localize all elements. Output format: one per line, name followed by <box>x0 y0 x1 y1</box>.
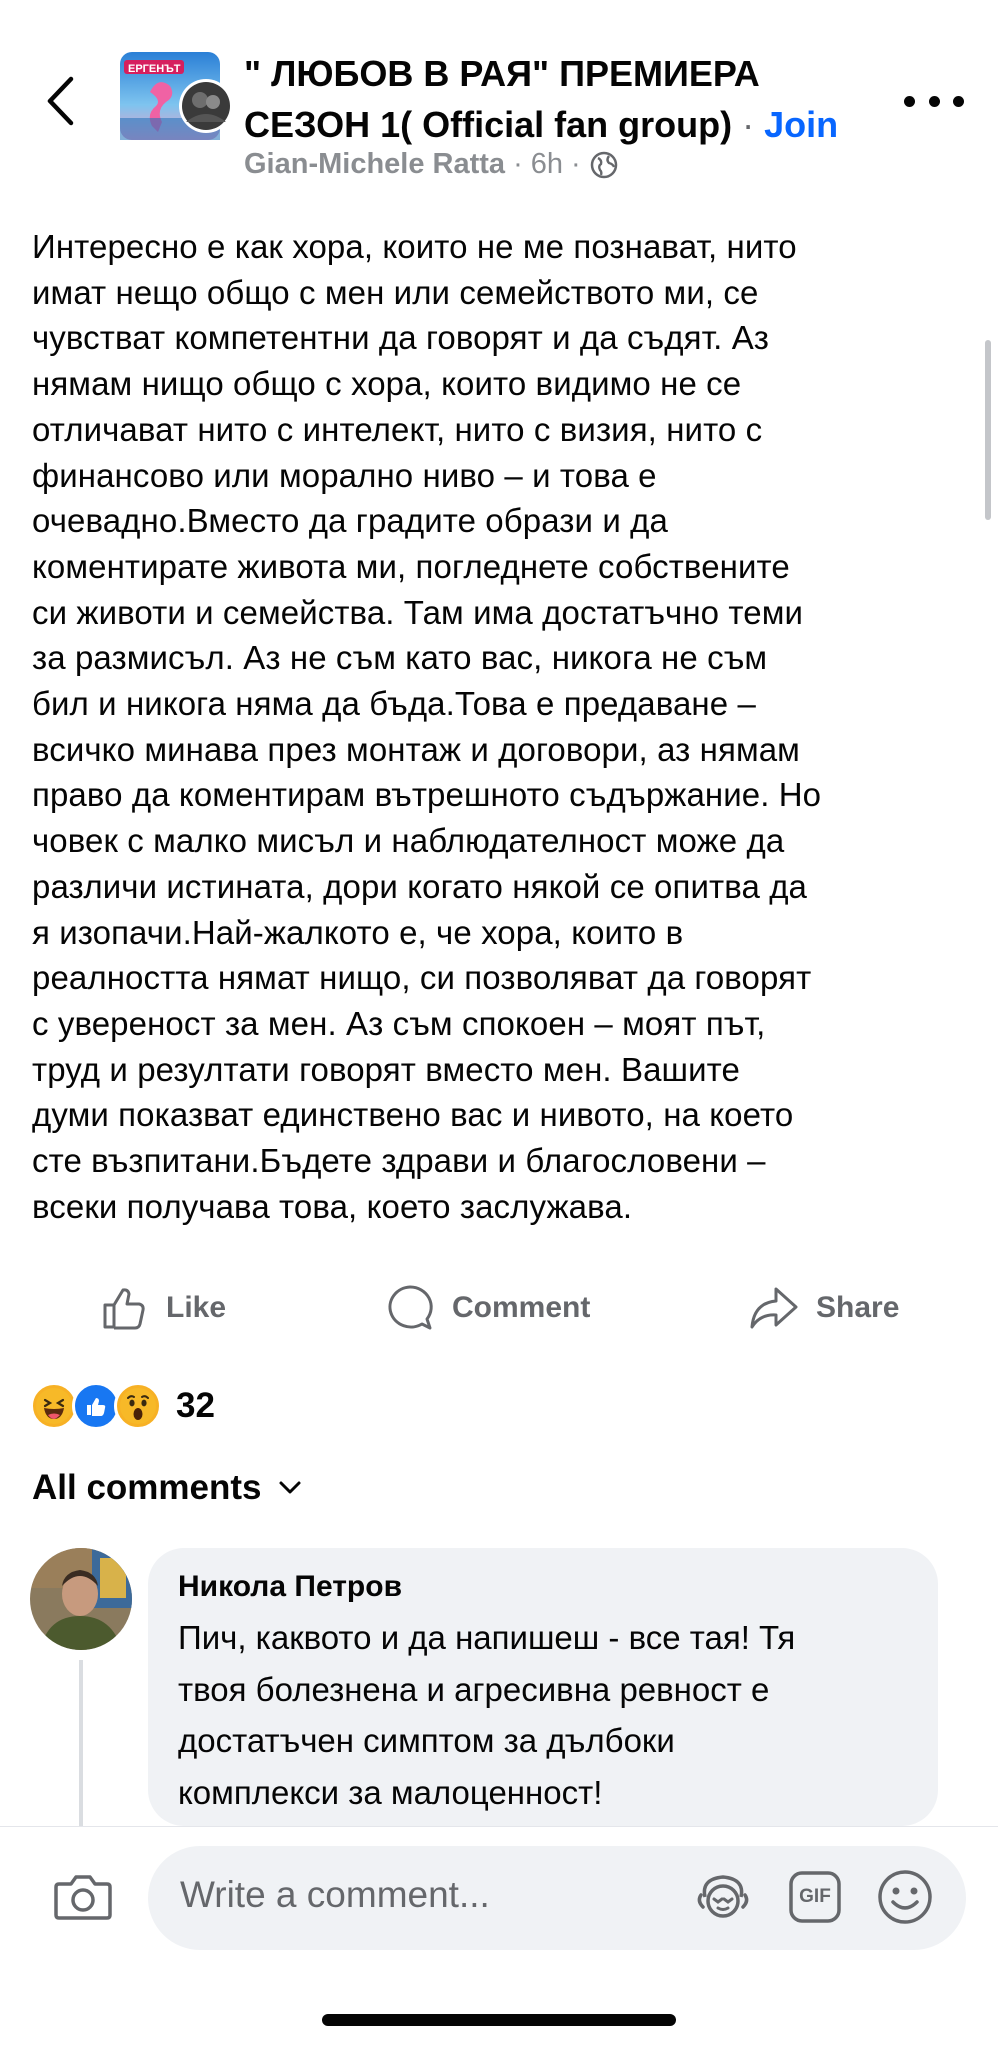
more-dot <box>928 95 940 107</box>
post-time[interactable]: 6h <box>531 148 563 181</box>
more-dot <box>904 95 915 107</box>
thread-line <box>79 1660 83 1830</box>
thumbs-up-icon <box>103 1288 145 1330</box>
gif-label: GIF <box>799 1886 831 1907</box>
post-line: право да коментирам вътрешното съдържани… <box>32 776 822 814</box>
comment-input-placeholder: Write a comment... <box>180 1874 490 1915</box>
comment-line: твоя болезнена и агресивна ревност е <box>178 1670 770 1708</box>
post-line: с увереност за мен. Аз съм спокоен – моя… <box>32 1004 766 1042</box>
like-label: Like <box>166 1291 227 1324</box>
chevron-down-icon <box>279 1481 300 1494</box>
post-line: очевадно.Вместо да градите образи и да <box>32 502 668 540</box>
more-options-button[interactable] <box>904 86 964 116</box>
comment-line: комплекси за малоценност! <box>178 1773 603 1811</box>
share-label: Share <box>816 1291 900 1324</box>
meta-separator: · <box>513 148 523 180</box>
commenter-avatar[interactable] <box>30 1548 132 1650</box>
group-cover-image: ЕРГЕНЪТ <box>120 52 233 140</box>
wow-icon <box>114 1382 162 1430</box>
group-title[interactable]: " ЛЮБОВ В РАЯ" ПРЕМИЕРА СЕЗОН 1( Officia… <box>244 48 884 150</box>
camera-icon <box>54 1875 112 1920</box>
author-name[interactable]: Gian-Michele Ratta <box>244 148 505 181</box>
share-button[interactable]: Share <box>748 1278 899 1338</box>
post-line: финансово или морално ниво – и това е <box>32 456 657 494</box>
join-button[interactable]: Join <box>764 104 838 145</box>
group-title-line1: " ЛЮБОВ В РАЯ" ПРЕМИЕРА <box>244 53 760 94</box>
post-line: човек с малко мисъл и наблюдателност мож… <box>32 822 785 860</box>
svg-text:ЕРГЕНЪТ: ЕРГЕНЪТ <box>128 63 181 75</box>
meta-separator: · <box>571 148 581 180</box>
post-line: бил и никога няма да бъда.Това е предава… <box>32 685 756 723</box>
group-title-line2: СЕЗОН 1( Official fan group) <box>244 104 733 145</box>
group-title-line2-row: СЕЗОН 1( Official fan group) · Join <box>244 99 884 150</box>
post-line: различи истината, дори когато някой се о… <box>32 867 808 905</box>
reactions-summary[interactable]: 32 <box>30 1382 215 1430</box>
post-line: имат нещо общо с мен или семейството ми,… <box>32 273 759 311</box>
globe-icon <box>590 151 617 178</box>
post-line: чувстват компетентни да говорят и да съд… <box>32 319 770 357</box>
share-arrow-icon <box>750 1287 798 1329</box>
post-line: за размисъл. Аз не съм като вас, никога … <box>32 639 768 677</box>
like-button[interactable]: Like <box>100 1278 226 1338</box>
post-line: всеки получава това, което заслужава. <box>32 1187 633 1225</box>
avatar-sticker-button[interactable] <box>688 1862 758 1932</box>
post-line: думи показват единствено вас и нивото, н… <box>32 1096 794 1134</box>
scrollbar[interactable] <box>985 340 991 520</box>
post-line: сте възпитани.Бъдете здрави и благослове… <box>32 1142 766 1180</box>
like-icon <box>72 1382 120 1430</box>
post-line: отличават нито с интелект, нито с визия,… <box>32 410 763 448</box>
post-line: коментирате живота ми, погледнете собств… <box>32 547 790 585</box>
emoji-button[interactable] <box>870 1862 940 1932</box>
comment-line: достатъчен симптом за дълбоки <box>178 1722 675 1759</box>
comment-label: Comment <box>452 1291 591 1324</box>
back-button[interactable] <box>30 66 90 136</box>
comment-text: Пич, каквото и да напишеш - все тая! Тя … <box>178 1612 918 1818</box>
post-line: реалността нямат нищо, си позволяват да … <box>32 959 812 997</box>
comments-filter[interactable]: All comments <box>32 1468 302 1508</box>
comment-button[interactable]: Comment <box>384 1278 590 1338</box>
post-body: Интересно е как хора, които не ме познав… <box>32 224 982 1229</box>
gif-button[interactable]: GIF <box>780 1862 850 1932</box>
post-meta: Gian-Michele Ratta · 6h · <box>244 148 619 181</box>
avatar-sticker-icon <box>697 1875 749 1918</box>
group-avatar[interactable]: ЕРГЕНЪТ <box>120 52 233 140</box>
comment-line: Пич, каквото и да напишеш - все тая! Тя <box>178 1619 796 1656</box>
camera-button[interactable] <box>50 1864 116 1930</box>
smiley-icon <box>878 1870 932 1924</box>
haha-icon <box>30 1382 78 1430</box>
post-line: нямам нищо общо с хора, които видимо не … <box>32 365 742 403</box>
comment-author[interactable]: Никола Петров <box>178 1570 402 1604</box>
more-dot <box>953 95 964 107</box>
post-line: всичко минава през монтаж и договори, аз… <box>32 730 800 768</box>
comments-filter-label: All comments <box>32 1468 262 1507</box>
post-line: труд и резултати говорят вместо мен. Ваш… <box>32 1050 740 1088</box>
post-line: я изопачи.Най-жалкото е, че хора, които … <box>32 913 684 951</box>
home-indicator[interactable] <box>322 2014 676 2026</box>
post-line: Интересно е как хора, които не ме познав… <box>32 228 797 265</box>
reaction-count: 32 <box>176 1386 215 1425</box>
chevron-left-icon <box>47 76 74 126</box>
post-line: си животи и семейства. Там има достатъчн… <box>32 593 804 631</box>
speech-bubble-icon <box>388 1285 433 1330</box>
title-separator: · <box>742 104 755 145</box>
